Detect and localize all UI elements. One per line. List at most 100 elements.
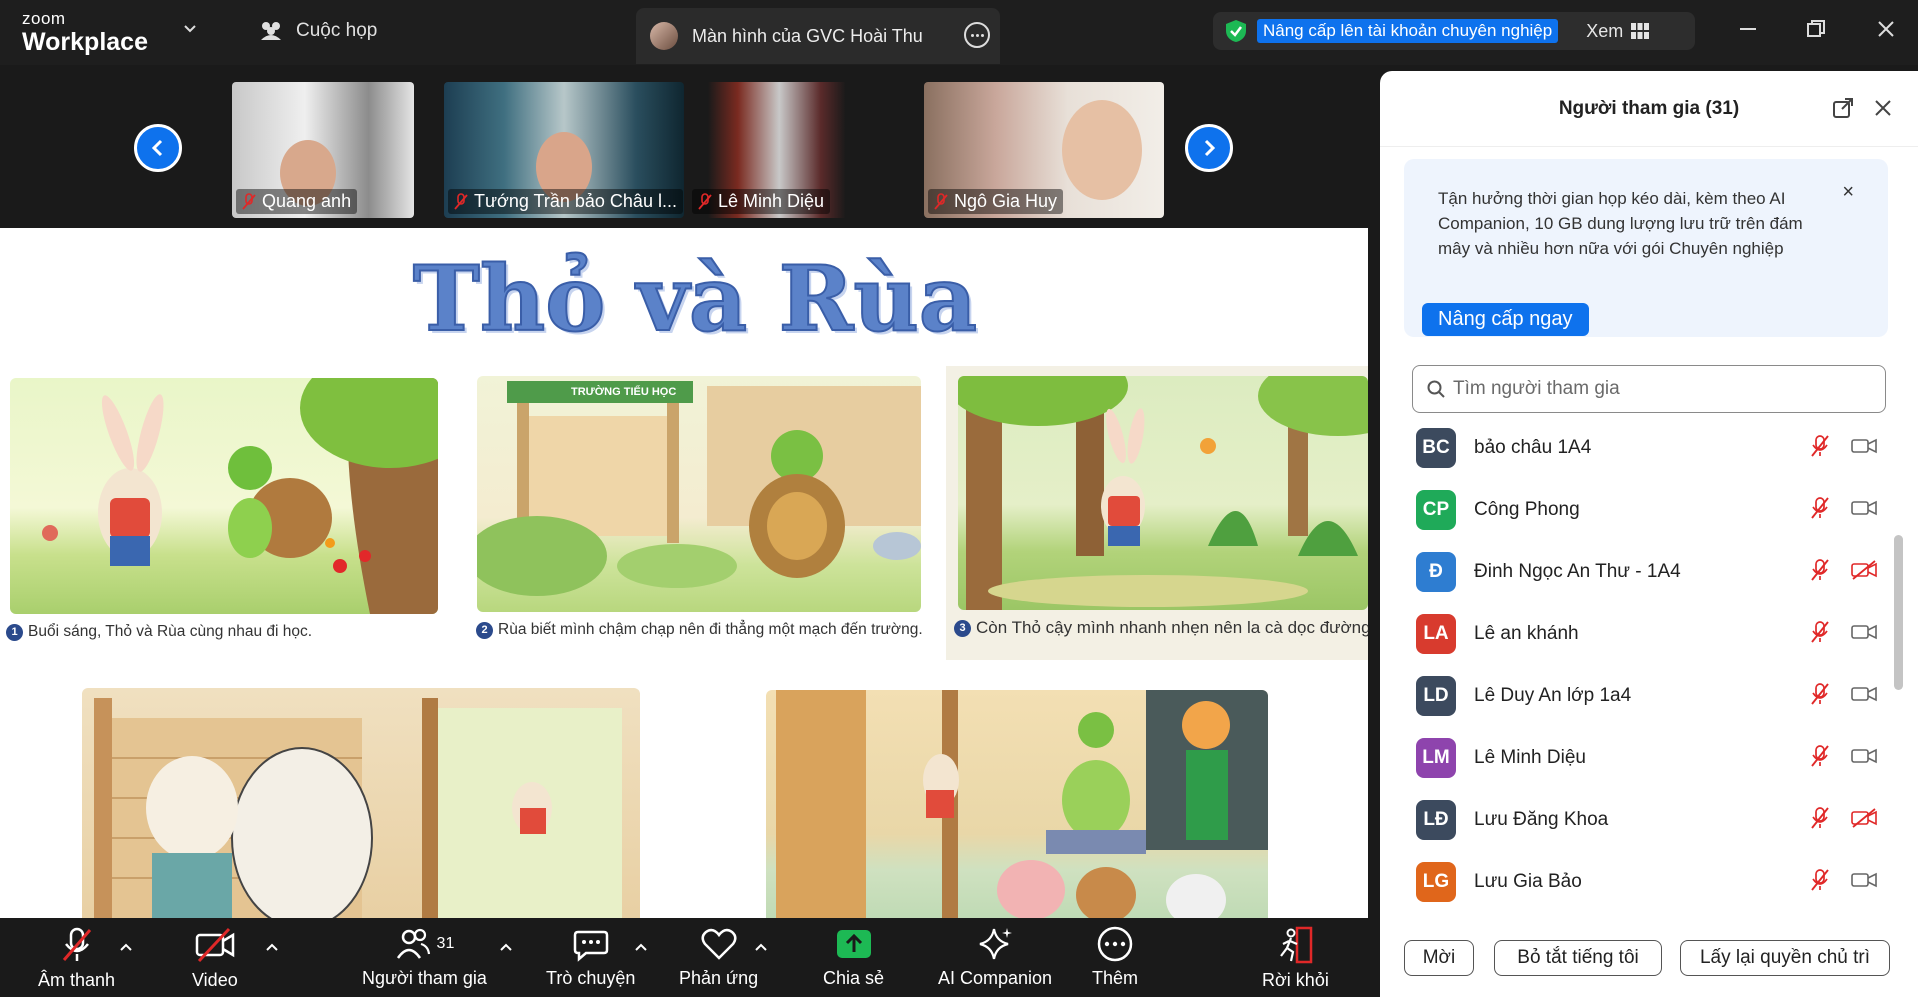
camera-off-icon	[1851, 559, 1877, 580]
participant-mic[interactable]	[1808, 744, 1832, 773]
drum-illustration	[94, 698, 622, 918]
share-button[interactable]: Chia sẻ	[823, 926, 884, 989]
participant-name: Lê Minh Diệu	[1474, 747, 1586, 768]
participant-row[interactable]: BC bảo châu 1A4	[1380, 417, 1900, 479]
story-picture-1	[10, 378, 438, 614]
tile-name: Lê Minh Diệu	[718, 191, 825, 211]
close-icon[interactable]: ×	[1842, 181, 1854, 204]
classroom-illustration	[776, 690, 1268, 918]
participant-row[interactable]: LM Lê Minh Diệu	[1380, 727, 1900, 789]
participant-row[interactable]: CP Công Phong	[1380, 479, 1900, 541]
camera-icon	[1851, 624, 1877, 639]
camera-icon	[1851, 500, 1877, 515]
mic-muted-icon	[1811, 806, 1829, 829]
avatar: LA	[1416, 614, 1456, 654]
avatar-initials: LA	[1423, 623, 1449, 644]
mic-muted-icon	[242, 192, 256, 210]
avatar: LM	[1416, 738, 1456, 778]
participant-camera[interactable]	[1850, 684, 1878, 709]
participant-row[interactable]: LĐ Lưu Đăng Khoa	[1380, 789, 1900, 851]
prev-page-button[interactable]	[134, 124, 182, 172]
video-tile[interactable]: Quang anh	[232, 82, 414, 218]
share-label: Chia sẻ	[823, 968, 885, 988]
minimize-icon[interactable]	[1733, 14, 1763, 44]
chevron-up-icon[interactable]	[499, 940, 513, 954]
promo-text: Tận hưởng thời gian họp kéo dài, kèm the…	[1438, 189, 1803, 258]
search-input[interactable]: Tìm người tham gia	[1453, 378, 1620, 400]
restore-icon[interactable]	[1801, 14, 1831, 44]
rabbit-turtle-illustration	[42, 378, 438, 614]
reclaim-host-button[interactable]: Lấy lại quyền chủ trì	[1680, 940, 1890, 976]
chat-button[interactable]: Trò chuyện	[546, 926, 635, 989]
panel-header: Người tham gia (31)	[1380, 71, 1918, 147]
participant-name: Đinh Ngọc An Thư - 1A4	[1474, 561, 1681, 582]
reactions-button[interactable]: Phản ứng	[679, 926, 758, 989]
chevron-up-icon[interactable]	[265, 940, 279, 954]
logo-big: Workplace	[22, 28, 148, 56]
close-panel-icon[interactable]	[1874, 99, 1892, 117]
participants-count: 31	[436, 935, 455, 952]
participant-camera[interactable]	[1850, 436, 1878, 461]
upgrade-now-button[interactable]: Nâng cấp ngay	[1422, 303, 1589, 336]
logo-small: zoom	[22, 9, 66, 28]
participant-camera[interactable]	[1850, 559, 1878, 585]
participant-mic[interactable]	[1808, 558, 1832, 587]
participant-mic[interactable]	[1808, 496, 1832, 525]
participants-panel: Người tham gia (31) Tận hưởng thời gian …	[1380, 71, 1918, 997]
video-tile[interactable]: Ngô Gia Huy	[924, 82, 1164, 218]
participants-label: Người tham gia	[362, 968, 487, 988]
screen-share-tab[interactable]: Màn hình của GVC Hoài Thu	[636, 8, 1000, 64]
participant-row[interactable]: LD Lê Duy An lớp 1a4	[1380, 665, 1900, 727]
participant-row[interactable]: Đ Đinh Ngọc An Thư - 1A4	[1380, 541, 1900, 603]
participant-camera[interactable]	[1850, 870, 1878, 895]
avatar: LG	[1416, 862, 1456, 902]
participant-camera[interactable]	[1850, 746, 1878, 771]
leave-button[interactable]: Rời khỏi	[1262, 926, 1329, 991]
story-picture-4	[82, 688, 640, 918]
more-button[interactable]: Thêm	[1092, 926, 1138, 989]
participant-camera[interactable]	[1850, 498, 1878, 523]
chevron-up-icon[interactable]	[119, 940, 133, 954]
pop-out-icon[interactable]	[1832, 97, 1854, 119]
unmute-me-button[interactable]: Bỏ tắt tiếng tôi	[1494, 940, 1662, 976]
audio-button[interactable]: Âm thanh	[38, 926, 115, 991]
participant-mic[interactable]	[1808, 868, 1832, 897]
invite-button[interactable]: Mời	[1404, 940, 1474, 976]
scrollbar-thumb[interactable]	[1894, 535, 1903, 690]
participants-button[interactable]: 31 Người tham gia	[362, 926, 487, 989]
next-page-button[interactable]	[1185, 124, 1233, 172]
view-button[interactable]: Xem	[1586, 21, 1650, 42]
participant-mic[interactable]	[1808, 682, 1832, 711]
chevron-down-icon[interactable]	[183, 22, 197, 36]
chevron-up-icon[interactable]	[754, 940, 768, 954]
video-tile[interactable]: Lê Minh Diệu	[688, 82, 854, 218]
reactions-label: Phản ứng	[679, 968, 759, 988]
participant-row[interactable]: LA Lê an khánh	[1380, 603, 1900, 665]
mic-muted-icon	[934, 192, 948, 210]
video-tile[interactable]: Tướng Trần bảo Châu l...	[444, 82, 684, 218]
participant-camera[interactable]	[1850, 807, 1878, 833]
video-label: Video	[192, 970, 238, 990]
participant-mic[interactable]	[1808, 434, 1832, 463]
story-picture-5	[766, 690, 1268, 918]
mic-muted-icon	[454, 192, 468, 210]
participant-mic[interactable]	[1808, 620, 1832, 649]
avatar-initials: LM	[1422, 747, 1450, 768]
leave-icon	[1280, 926, 1313, 964]
mic-muted-icon	[1811, 558, 1829, 581]
more-options-icon[interactable]	[964, 22, 990, 48]
participant-row[interactable]: LG Lưu Gia Bảo	[1380, 851, 1900, 913]
title-bar: zoom Workplace Cuộc họp Màn hình của GVC…	[0, 0, 1918, 65]
participant-mic[interactable]	[1808, 806, 1832, 835]
search-icon	[1427, 380, 1445, 398]
participant-camera[interactable]	[1850, 622, 1878, 647]
close-window-icon[interactable]	[1871, 14, 1901, 44]
camera-icon	[1851, 748, 1877, 763]
ai-companion-button[interactable]: AI Companion	[938, 926, 1052, 989]
caption-number: 3	[954, 619, 971, 637]
upgrade-link[interactable]: Nâng cấp lên tài khoản chuyên nghiệp	[1257, 19, 1559, 43]
video-button[interactable]: Video	[192, 926, 238, 991]
participant-search[interactable]: Tìm người tham gia	[1412, 365, 1886, 413]
meetings-tab[interactable]: Cuộc họp	[258, 20, 377, 42]
chevron-up-icon[interactable]	[634, 940, 648, 954]
